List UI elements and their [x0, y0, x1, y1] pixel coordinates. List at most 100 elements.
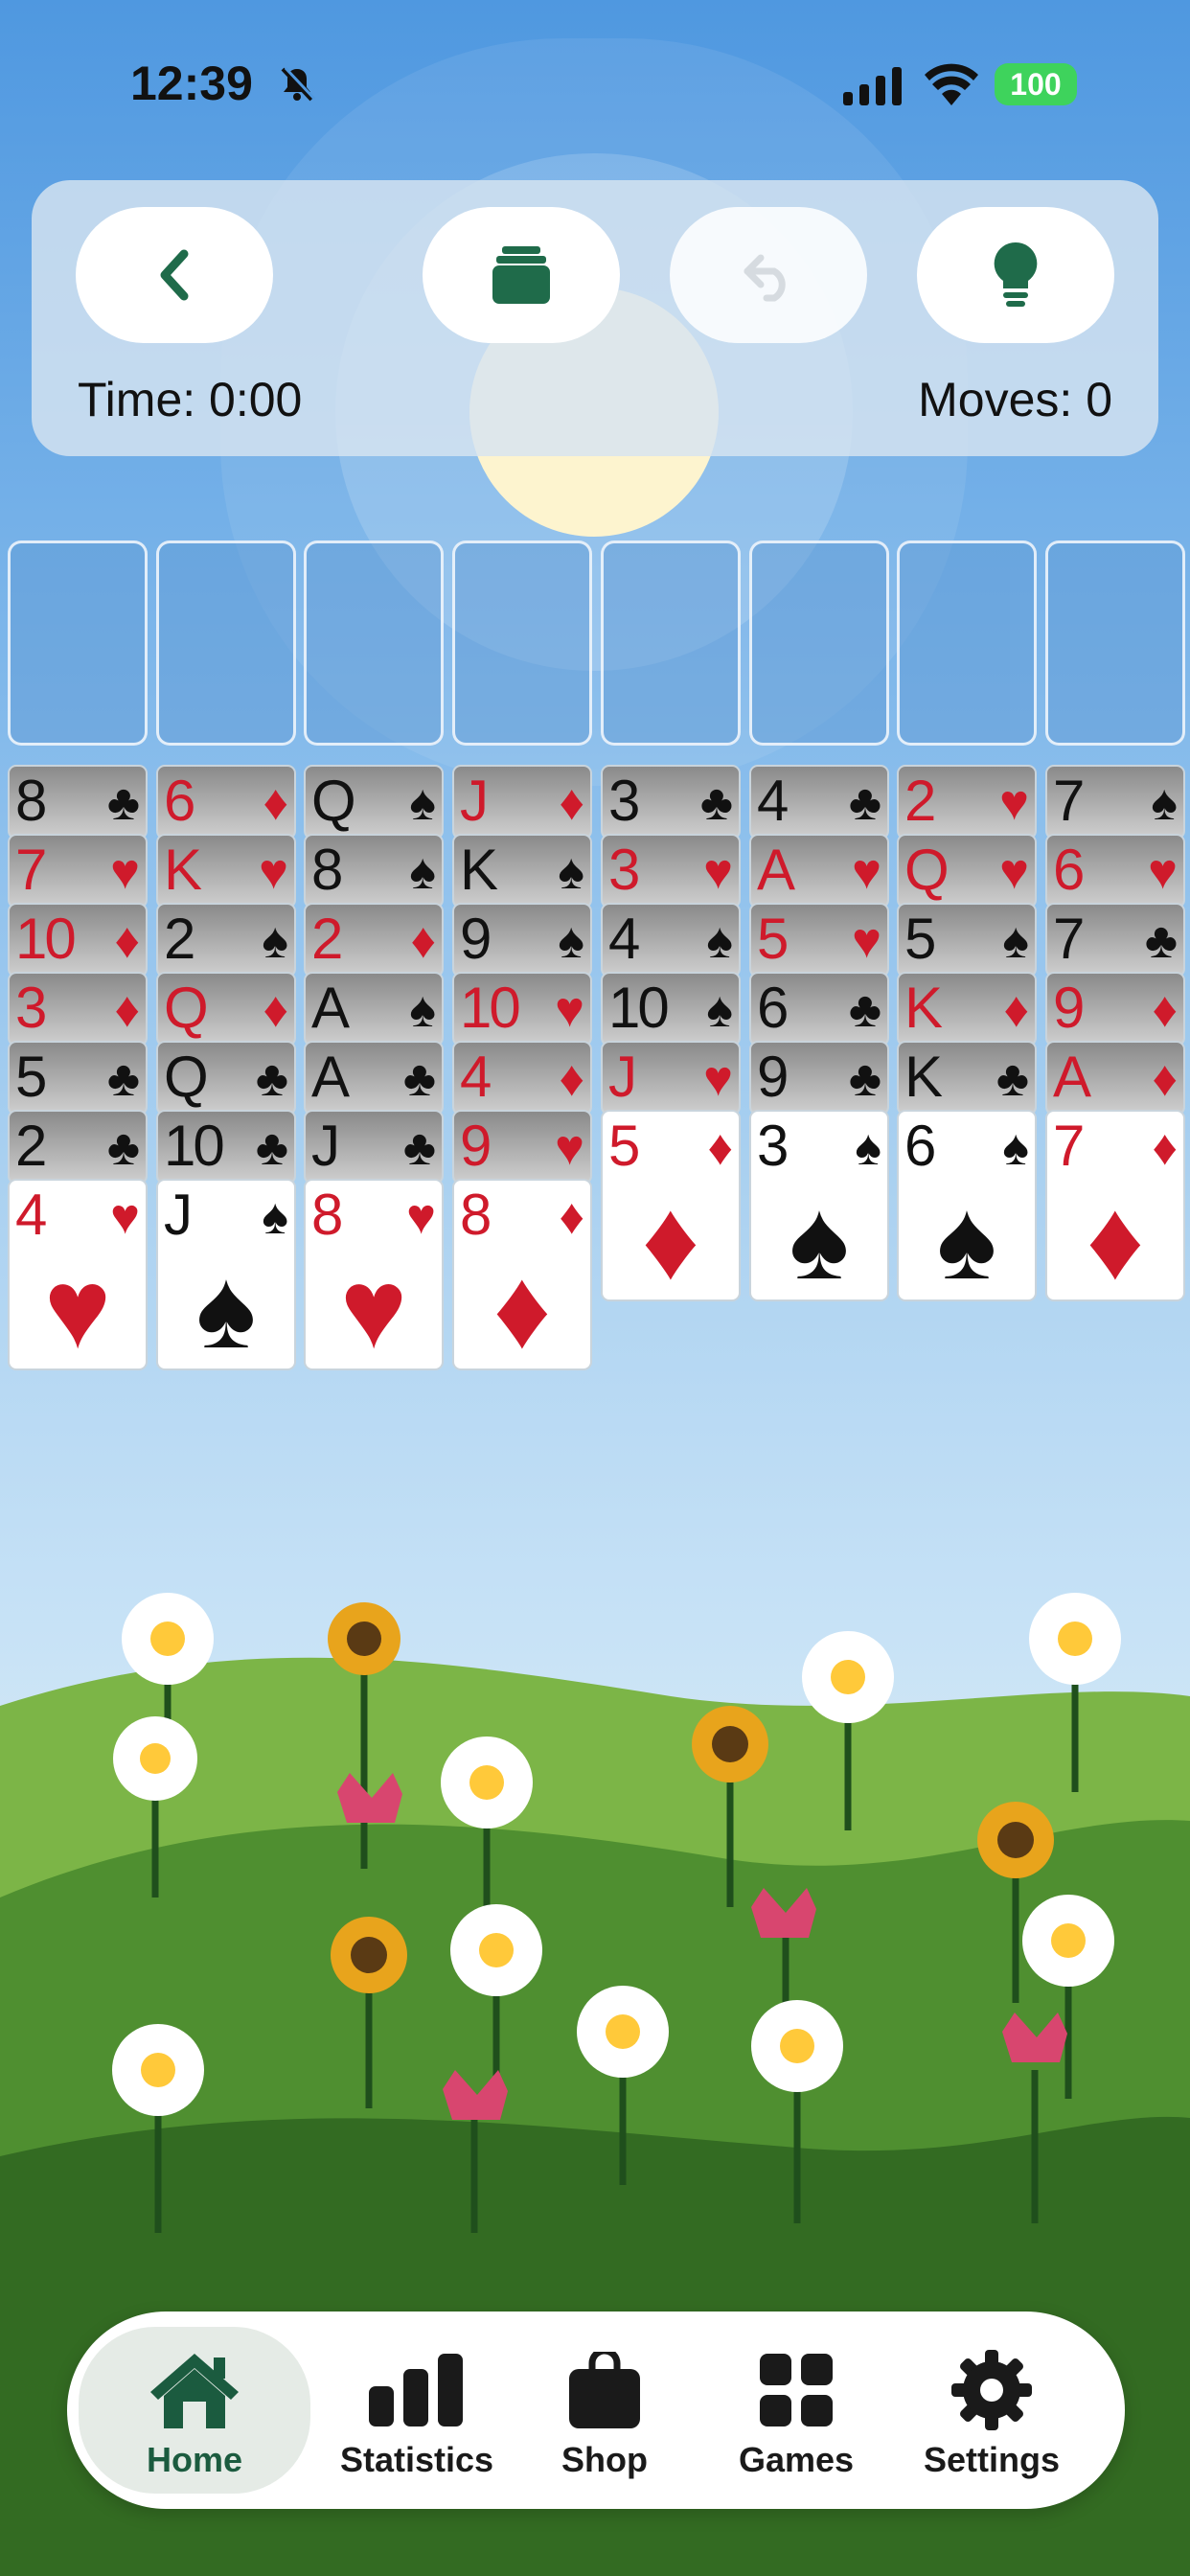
playing-card[interactable]: 5 ♥: [749, 903, 889, 978]
free-cell-slot[interactable]: [749, 540, 889, 746]
card-rank: 2: [904, 769, 936, 833]
playing-card[interactable]: 10 ♦: [8, 903, 148, 978]
playing-card[interactable]: 3 ♦: [8, 972, 148, 1046]
card-suit: ♥: [703, 844, 733, 900]
playing-card[interactable]: 7 ♦ ♦: [1045, 1110, 1185, 1301]
deal-deck-button[interactable]: [423, 207, 620, 343]
playing-card[interactable]: J ♣: [304, 1110, 444, 1184]
playing-card[interactable]: 8 ♥ ♥: [304, 1179, 444, 1370]
playing-card[interactable]: A ♦: [1045, 1041, 1185, 1116]
playing-card[interactable]: 5 ♣: [8, 1041, 148, 1116]
playing-card[interactable]: 6 ♠ ♠: [897, 1110, 1037, 1301]
playing-card[interactable]: 10 ♥: [452, 972, 592, 1046]
playing-card[interactable]: 10 ♠: [601, 972, 741, 1046]
playing-card[interactable]: J ♥: [601, 1041, 741, 1116]
playing-card[interactable]: 9 ♠: [452, 903, 592, 978]
playing-card[interactable]: 4 ♥ ♥: [8, 1179, 148, 1370]
playing-card[interactable]: 4 ♠: [601, 903, 741, 978]
card-rank: 4: [757, 769, 789, 833]
playing-card[interactable]: 2 ♠: [156, 903, 296, 978]
nav-statistics[interactable]: Statistics: [316, 2327, 517, 2494]
free-cell-slot[interactable]: [1045, 540, 1185, 746]
playing-card[interactable]: A ♥: [749, 834, 889, 908]
playing-card[interactable]: 2 ♥: [897, 765, 1037, 840]
playing-card[interactable]: 8 ♦ ♦: [452, 1179, 592, 1370]
free-cell-slot[interactable]: [452, 540, 592, 746]
card-rank: K: [904, 976, 943, 1040]
card-suit: ♥: [999, 844, 1029, 900]
playing-card[interactable]: 3 ♣: [601, 765, 741, 840]
nav-games[interactable]: Games: [696, 2327, 897, 2494]
playing-card[interactable]: 7 ♠: [1045, 765, 1185, 840]
playing-card[interactable]: 9 ♣: [749, 1041, 889, 1116]
card-center-suit: ♦: [641, 1177, 700, 1303]
undo-button[interactable]: [670, 207, 867, 343]
playing-card[interactable]: 2 ♣: [8, 1110, 148, 1184]
card-rank: K: [164, 838, 202, 902]
nav-home[interactable]: Home: [79, 2327, 310, 2494]
playing-card[interactable]: 9 ♦: [1045, 972, 1185, 1046]
playing-card[interactable]: K ♠: [452, 834, 592, 908]
card-rank: 3: [608, 769, 640, 833]
card-suit: ♠: [1002, 913, 1029, 969]
card-suit: ♣: [106, 775, 140, 831]
playing-card[interactable]: 4 ♣: [749, 765, 889, 840]
playing-card[interactable]: 4 ♦: [452, 1041, 592, 1116]
playing-card[interactable]: K ♥: [156, 834, 296, 908]
nav-shop[interactable]: Shop: [504, 2327, 705, 2494]
card-center-suit: ♥: [43, 1246, 112, 1372]
playing-card[interactable]: K ♦: [897, 972, 1037, 1046]
playing-card[interactable]: 9 ♥: [452, 1110, 592, 1184]
card-suit: ♥: [259, 844, 288, 900]
card-rank: 7: [1053, 769, 1085, 833]
playing-card[interactable]: 3 ♥: [601, 834, 741, 908]
playing-card[interactable]: Q ♣: [156, 1041, 296, 1116]
playing-card[interactable]: 2 ♦: [304, 903, 444, 978]
card-suit: ♠: [1151, 775, 1178, 831]
playing-card[interactable]: Q ♦: [156, 972, 296, 1046]
card-suit: ♥: [555, 1120, 584, 1176]
playing-card[interactable]: J ♠ ♠: [156, 1179, 296, 1370]
card-suit: ♦: [1152, 982, 1178, 1038]
nav-settings[interactable]: Settings: [891, 2327, 1092, 2494]
card-suit: ♠: [855, 1120, 881, 1176]
lightbulb-icon: [994, 242, 1038, 307]
playing-card[interactable]: 3 ♠ ♠: [749, 1110, 889, 1301]
hint-button[interactable]: [917, 207, 1114, 343]
card-rank: 4: [15, 1183, 47, 1247]
back-button[interactable]: [76, 207, 273, 343]
playing-card[interactable]: 6 ♦: [156, 765, 296, 840]
card-rank: 6: [1053, 838, 1085, 902]
free-cell-slot[interactable]: [156, 540, 296, 746]
playing-card[interactable]: Q ♥: [897, 834, 1037, 908]
playing-card[interactable]: 8 ♣: [8, 765, 148, 840]
card-suit: ♠: [262, 1189, 288, 1245]
card-suit: ♥: [703, 1051, 733, 1107]
playing-card[interactable]: A ♠: [304, 972, 444, 1046]
playing-card[interactable]: 8 ♠: [304, 834, 444, 908]
playing-card[interactable]: A ♣: [304, 1041, 444, 1116]
nav-statistics-label: Statistics: [339, 2440, 494, 2479]
card-suit: ♠: [558, 844, 584, 900]
playing-card[interactable]: 7 ♥: [8, 834, 148, 908]
free-cell-slot[interactable]: [897, 540, 1037, 746]
bar-chart-icon: [369, 2354, 463, 2426]
card-rank: 10: [164, 1114, 225, 1178]
playing-card[interactable]: K ♣: [897, 1041, 1037, 1116]
card-rank: 8: [311, 1183, 343, 1247]
playing-card[interactable]: 6 ♥: [1045, 834, 1185, 908]
card-center-suit: ♠: [789, 1177, 850, 1303]
home-icon: [150, 2354, 239, 2428]
free-cell-slot[interactable]: [601, 540, 741, 746]
playing-card[interactable]: 7 ♣: [1045, 903, 1185, 978]
playing-card[interactable]: 6 ♣: [749, 972, 889, 1046]
free-cell-slot[interactable]: [304, 540, 444, 746]
card-suit: ♦: [1152, 1120, 1178, 1176]
playing-card[interactable]: 5 ♦ ♦: [601, 1110, 741, 1301]
card-rank: A: [1053, 1045, 1091, 1109]
playing-card[interactable]: 5 ♠: [897, 903, 1037, 978]
playing-card[interactable]: Q ♠: [304, 765, 444, 840]
playing-card[interactable]: 10 ♣: [156, 1110, 296, 1184]
playing-card[interactable]: J ♦: [452, 765, 592, 840]
free-cell-slot[interactable]: [8, 540, 148, 746]
